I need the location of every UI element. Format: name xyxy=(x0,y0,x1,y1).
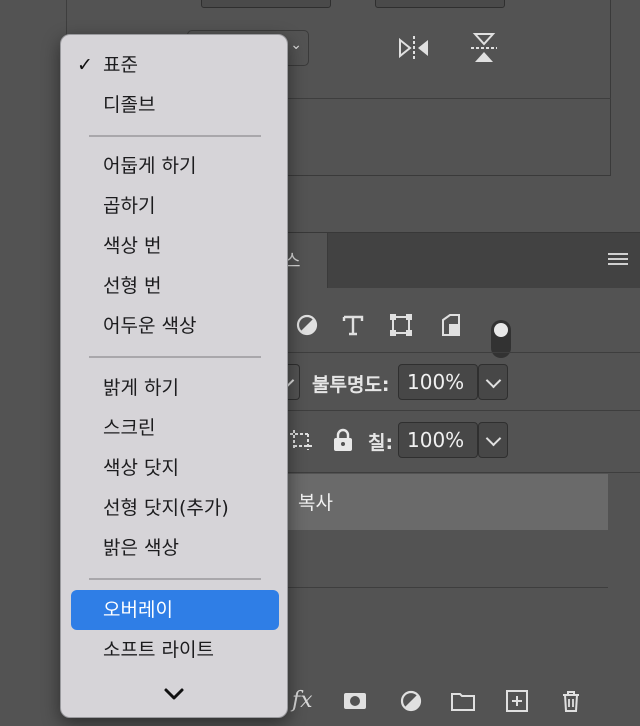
menu-item-label: 디졸브 xyxy=(103,94,156,116)
menu-item-screen[interactable]: 스크린 xyxy=(61,408,287,448)
flip-horizontal-icon[interactable] xyxy=(397,33,431,63)
layer-style-fx-button[interactable]: fx xyxy=(292,688,313,713)
menu-item-label: 소프트 라이트 xyxy=(103,639,214,661)
add-mask-icon[interactable] xyxy=(342,688,368,714)
menu-item-linear-dodge[interactable]: 선형 닷지(추가) xyxy=(61,488,287,528)
menu-item-darken[interactable]: 어둡게 하기 xyxy=(61,146,287,186)
menu-item-lighter-color[interactable]: 밝은 색상 xyxy=(61,528,287,568)
menu-item-overlay[interactable]: 오버레이 xyxy=(71,590,279,630)
menu-separator xyxy=(89,578,261,580)
layer-filter-row xyxy=(286,304,586,358)
menu-item-linear-burn[interactable]: 선형 번 xyxy=(61,266,287,306)
new-group-folder-icon[interactable] xyxy=(450,688,476,714)
top-field-left[interactable] xyxy=(201,0,331,8)
menu-item-label: 어둡게 하기 xyxy=(103,155,197,177)
adjustment-filter-icon[interactable] xyxy=(294,312,320,338)
fill-dropdown-button[interactable] xyxy=(478,422,508,458)
checkmark-icon: ✓ xyxy=(77,54,93,76)
menu-item-dissolve[interactable]: 디졸브 xyxy=(61,85,287,125)
menu-item-color-dodge[interactable]: 색상 닷지 xyxy=(61,448,287,488)
menu-separator xyxy=(89,135,261,137)
menu-item-label: 표준 xyxy=(103,54,138,76)
menu-item-label: 색상 닷지 xyxy=(103,457,179,479)
fill-input[interactable]: 100% xyxy=(398,422,478,458)
panel-menu-icon[interactable] xyxy=(608,253,628,269)
menu-item-multiply[interactable]: 곱하기 xyxy=(61,186,287,226)
blend-mode-menu: ✓ 표준 디졸브 어둡게 하기 곱하기 색상 번 선형 번 어두운 색상 밝게 … xyxy=(60,34,288,718)
shape-filter-icon[interactable] xyxy=(388,312,414,338)
fill-label: 칠: xyxy=(368,432,394,454)
flip-vertical-icon[interactable] xyxy=(467,31,501,65)
opacity-dropdown-button[interactable] xyxy=(478,364,508,400)
menu-item-label: 색상 번 xyxy=(103,235,162,257)
menu-item-soft-light[interactable]: 소프트 라이트 xyxy=(61,630,287,670)
menu-item-lighten[interactable]: 밝게 하기 xyxy=(61,368,287,408)
trash-icon[interactable] xyxy=(558,688,584,714)
menu-item-label: 밝은 색상 xyxy=(103,537,179,559)
adjustment-layer-icon[interactable] xyxy=(398,688,424,714)
opacity-input[interactable]: 100% xyxy=(398,364,478,400)
menu-item-darker-color[interactable]: 어두운 색상 xyxy=(61,306,287,346)
menu-item-label: 스크린 xyxy=(103,417,156,439)
menu-item-label: 어두운 색상 xyxy=(103,315,197,337)
layer-name: 복사 xyxy=(298,492,333,514)
smart-object-filter-icon[interactable] xyxy=(438,312,464,338)
top-field-right[interactable] xyxy=(375,0,505,8)
lock-artboard-icon[interactable] xyxy=(288,428,314,452)
chevron-down-icon: ⌄ xyxy=(290,37,302,53)
menu-item-label: 선형 닷지(추가) xyxy=(103,497,229,519)
chevron-down-icon[interactable] xyxy=(161,685,187,705)
lock-all-icon[interactable] xyxy=(332,428,354,452)
menu-item-label: 선형 번 xyxy=(103,275,162,297)
type-filter-icon[interactable] xyxy=(340,312,366,338)
menu-separator xyxy=(89,356,261,358)
opacity-label: 불투명도: xyxy=(312,374,390,396)
menu-item-normal[interactable]: ✓ 표준 xyxy=(61,45,287,85)
menu-item-color-burn[interactable]: 색상 번 xyxy=(61,226,287,266)
menu-item-label: 곱하기 xyxy=(103,195,156,217)
menu-item-label: 밝게 하기 xyxy=(103,377,179,399)
new-layer-icon[interactable] xyxy=(504,688,530,714)
menu-item-label: 오버레이 xyxy=(103,599,173,621)
